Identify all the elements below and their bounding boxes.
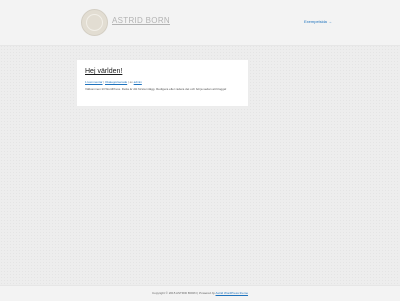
comments-link[interactable]: 1 kommentar (85, 80, 103, 84)
post-meta: 1 kommentar | Okategoriserade | av admin (85, 80, 142, 84)
post-excerpt: Välkommen till WordPress. Detta är ditt … (85, 87, 227, 91)
site-footer: Copyright © 2015 ASTRID BORN | Powered b… (0, 285, 400, 301)
post-title[interactable]: Hej världen! (85, 68, 122, 75)
by-label: av (129, 80, 133, 84)
copyright-text: Copyright © 2015 ASTRID BORN (152, 291, 197, 295)
author-link[interactable]: admin (134, 80, 142, 84)
site-header: ASTRID BORN Exempelsida → (0, 0, 400, 46)
powered-by-label: Powered by (199, 291, 215, 295)
logo-inner-ring (86, 14, 103, 31)
footer-text: Copyright © 2015 ASTRID BORN | Powered b… (152, 291, 248, 295)
category-link[interactable]: Okategoriserade (105, 80, 127, 84)
site-logo[interactable] (81, 9, 108, 36)
theme-link[interactable]: Astrid WordPress theme (216, 291, 248, 295)
site-title[interactable]: ASTRID BORN (112, 16, 170, 25)
header-nav-link[interactable]: Exempelsida → (304, 19, 332, 24)
post-card: Hej världen! 1 kommentar | Okategorisera… (76, 59, 249, 107)
